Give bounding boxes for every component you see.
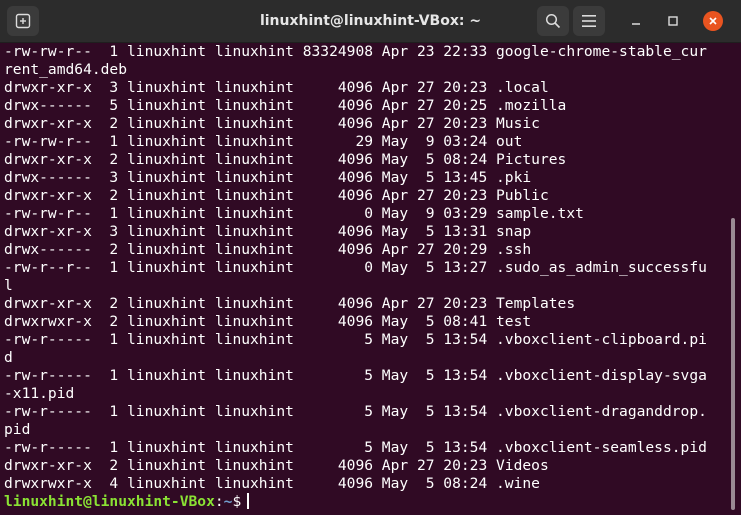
output-line: -rw-r----- 1 linuxhint linuxhint 5 May 5… [4, 367, 707, 384]
prompt-user-host: linuxhint@linuxhint-VBox [4, 493, 215, 510]
output-line: -x11.pid [4, 385, 75, 402]
title-bar[interactable]: linuxhint@linuxhint-VBox: ~ [0, 0, 741, 43]
search-icon [545, 13, 561, 29]
output-line: drwxr-xr-x 2 linuxhint linuxhint 4096 Ap… [4, 187, 549, 204]
terminal-window: linuxhint@linuxhint-VBox: ~ -rw-rw-r-- 1… [0, 0, 741, 515]
output-line: -rw-rw-r-- 1 linuxhint linuxhint 0 May 9… [4, 205, 584, 222]
output-line: drwx------ 2 linuxhint linuxhint 4096 Ap… [4, 241, 532, 258]
output-line: d [4, 349, 13, 366]
output-line: -rw-rw-r-- 1 linuxhint linuxhint 29 May … [4, 133, 523, 150]
minimize-button[interactable] [626, 11, 646, 31]
prompt-separator: : [214, 493, 224, 510]
output-line: l [4, 277, 13, 294]
output-line: drwxr-xr-x 2 linuxhint linuxhint 4096 Ma… [4, 151, 567, 168]
output-line: drwxr-xr-x 2 linuxhint linuxhint 4096 Ap… [4, 457, 549, 474]
close-icon [709, 17, 717, 25]
output-line: drwxr-xr-x 3 linuxhint linuxhint 4096 Ma… [4, 223, 532, 240]
scrollbar[interactable] [731, 218, 735, 510]
maximize-button[interactable] [663, 11, 683, 31]
output-line: -rw-r----- 1 linuxhint linuxhint 5 May 5… [4, 403, 707, 420]
output-line: rent_amd64.deb [4, 61, 128, 78]
prompt-symbol: $ [232, 493, 242, 510]
maximize-icon [668, 16, 678, 26]
output-line: drwxr-xr-x 2 linuxhint linuxhint 4096 Ap… [4, 295, 576, 312]
command-prompt[interactable]: linuxhint@linuxhint-VBox:~$ [4, 493, 730, 511]
new-tab-button[interactable] [7, 6, 39, 36]
text-cursor [247, 493, 250, 509]
hamburger-menu-icon [582, 15, 596, 27]
minimize-icon [632, 23, 640, 25]
output-line: drwxr-xr-x 3 linuxhint linuxhint 4096 Ap… [4, 79, 549, 96]
output-line: drwxr-xr-x 2 linuxhint linuxhint 4096 Ap… [4, 115, 540, 132]
menu-button[interactable] [573, 6, 605, 36]
search-button[interactable] [537, 6, 569, 36]
output-line: drwxrwxr-x 4 linuxhint linuxhint 4096 Ma… [4, 475, 540, 492]
terminal-output[interactable]: -rw-rw-r-- 1 linuxhint linuxhint 8332490… [0, 43, 730, 515]
output-line: -rw-r--r-- 1 linuxhint linuxhint 0 May 5… [4, 259, 707, 276]
output-line: drwx------ 5 linuxhint linuxhint 4096 Ap… [4, 97, 567, 114]
close-button[interactable] [703, 11, 723, 31]
output-line: -rw-rw-r-- 1 linuxhint linuxhint 8332490… [4, 43, 707, 60]
output-line: -rw-r----- 1 linuxhint linuxhint 5 May 5… [4, 331, 707, 348]
output-line: pid [4, 421, 31, 438]
output-line: drwxrwxr-x 2 linuxhint linuxhint 4096 Ma… [4, 313, 532, 330]
output-line: -rw-r----- 1 linuxhint linuxhint 5 May 5… [4, 439, 707, 456]
new-tab-icon [15, 13, 31, 29]
output-line: drwx------ 3 linuxhint linuxhint 4096 Ma… [4, 169, 532, 186]
